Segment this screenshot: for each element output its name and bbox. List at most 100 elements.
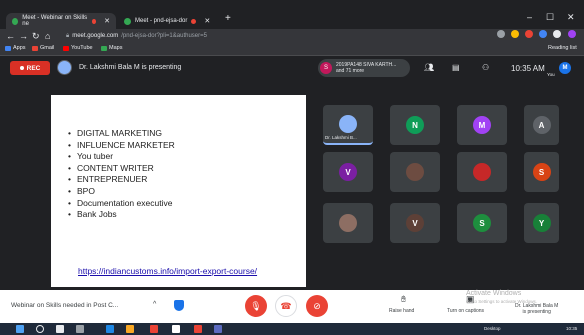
reload-icon[interactable]: ↻: [32, 30, 40, 42]
participant-tile[interactable]: [323, 203, 373, 243]
self-label: You: [547, 72, 555, 77]
slide-bullet: You tuber: [68, 151, 175, 163]
participant-tile[interactable]: A: [524, 105, 559, 145]
participant-tile[interactable]: Y: [524, 203, 559, 243]
self-avatar[interactable]: M: [559, 62, 571, 74]
bookmark-gmail[interactable]: Gmail: [32, 45, 54, 51]
participant-avatar: V: [406, 214, 424, 232]
camera-off-button[interactable]: ⊘: [306, 295, 328, 317]
participant-tile[interactable]: V: [323, 152, 373, 192]
lock-icon: 🔒︎: [66, 32, 70, 39]
meet-controls-bar: Webinar on Skills needed in Post C... ^ …: [0, 290, 584, 323]
participant-tile[interactable]: S: [457, 203, 507, 243]
bookmark-maps[interactable]: Maps: [101, 45, 122, 51]
store-icon[interactable]: [172, 325, 180, 333]
chrome-icon[interactable]: [150, 325, 158, 333]
participant-avatar: S: [532, 163, 551, 181]
meeting-stage: DIGITAL MARKETING INFLUENCE MARKETER You…: [0, 80, 584, 290]
participant-tile[interactable]: N: [390, 105, 440, 145]
app-icon[interactable]: [214, 325, 222, 333]
mic-off-icon: 🎙︎: [250, 300, 262, 311]
url-host: meet.google.com: [72, 33, 119, 39]
file-explorer-icon[interactable]: [126, 325, 134, 333]
captions-label[interactable]: Turn on captions: [447, 308, 484, 314]
windows-taskbar: Desktop 10:35: [0, 323, 584, 335]
bookmark-youtube[interactable]: YouTube: [63, 45, 93, 51]
slide-bullet: ENTREPRENUER: [68, 174, 175, 186]
close-tab-icon[interactable]: ✕: [204, 17, 210, 25]
activities-icon[interactable]: ⚇: [482, 63, 489, 72]
youtube-icon: [63, 45, 69, 51]
browser-toolbar: ← → ↻ ⌂ 🔒︎ meet.google.com /pnd-ejsa-dor…: [0, 29, 584, 43]
participant-tile[interactable]: V: [390, 203, 440, 243]
app-icon[interactable]: [194, 325, 202, 333]
chevron-up-icon[interactable]: ^: [153, 301, 156, 308]
windows-start-icon[interactable]: [16, 325, 24, 333]
maximize-icon[interactable]: ☐: [546, 12, 554, 23]
desktop-label[interactable]: Desktop: [484, 326, 501, 331]
task-view-icon[interactable]: [76, 325, 84, 333]
browser-tab-1[interactable]: Meet - Webinar on Skills ne ✕: [6, 13, 116, 29]
hang-up-icon: ☎: [280, 300, 292, 311]
close-window-icon[interactable]: ✕: [567, 12, 575, 23]
extension-icon[interactable]: [525, 30, 533, 38]
presenting-status: Dr. Lakshmi Bala M is presenting: [79, 64, 182, 71]
participant-name: Dr. Lakshmi B...: [325, 135, 357, 140]
participant-tile[interactable]: [390, 152, 440, 192]
cortana-icon[interactable]: [56, 325, 64, 333]
profile-avatar[interactable]: [568, 30, 576, 38]
tab-title: Meet - pnd-ejsa-dor: [135, 18, 188, 24]
leave-call-button[interactable]: ☎: [275, 295, 297, 317]
participant-chip[interactable]: S 2019PA148 SIVA KARTH... and 71 more: [318, 59, 410, 77]
home-icon[interactable]: ⌂: [45, 30, 50, 42]
reading-list[interactable]: Reading list: [548, 45, 577, 51]
slide-bullet: Bank Jobs: [68, 209, 175, 221]
participant-tile[interactable]: Dr. Lakshmi B...: [323, 105, 373, 145]
raise-hand-icon[interactable]: ✋︎: [401, 294, 406, 305]
maps-icon: [101, 45, 107, 51]
participant-photo: [339, 214, 357, 232]
search-icon[interactable]: [36, 325, 44, 333]
chat-icon[interactable]: ▤: [452, 63, 460, 72]
new-tab-button[interactable]: +: [225, 13, 231, 24]
meeting-title[interactable]: Webinar on Skills needed in Post C...: [11, 302, 118, 309]
meet-favicon-icon: [124, 17, 131, 25]
forward-icon[interactable]: →: [19, 30, 28, 42]
participant-avatar: M: [473, 116, 491, 134]
meet-header: REC Dr. Lakshmi Bala M is presenting S 2…: [0, 56, 584, 80]
participant-photo: [473, 163, 491, 181]
participant-avatar: N: [406, 116, 424, 134]
mic-off-button[interactable]: 🎙︎: [245, 295, 267, 317]
edge-icon[interactable]: [106, 325, 114, 333]
camera-extension-icon[interactable]: [497, 30, 505, 38]
browser-tab-bar: Meet - Webinar on Skills ne ✕ Meet - pnd…: [0, 0, 584, 29]
camera-off-icon: ⊘: [313, 300, 321, 311]
gmail-icon: [32, 45, 38, 51]
raise-hand-label[interactable]: Raise hand: [389, 308, 414, 314]
bookmark-apps[interactable]: Apps: [5, 45, 26, 51]
presenter-avatar: [57, 60, 72, 75]
extension-icon[interactable]: [539, 30, 547, 38]
participant-tile[interactable]: M: [457, 105, 507, 145]
participant-tile[interactable]: S: [524, 152, 559, 192]
tab-title: Meet - Webinar on Skills ne: [22, 15, 88, 27]
slide-link[interactable]: https://indiancustoms.info/import-export…: [78, 266, 278, 277]
slide-bullet: BPO: [68, 186, 175, 198]
close-tab-icon[interactable]: ✕: [104, 17, 110, 25]
address-bar[interactable]: 🔒︎ meet.google.com /pnd-ejsa-dor?pli=1&a…: [66, 30, 486, 42]
people-icon[interactable]: 👥︎: [424, 63, 434, 72]
chip-line-2: and 71 more: [336, 68, 365, 74]
minimize-icon[interactable]: –: [527, 12, 532, 22]
back-icon[interactable]: ←: [6, 30, 15, 42]
recording-indicator-icon: [91, 18, 97, 24]
participant-tile[interactable]: [457, 152, 507, 192]
browser-tab-2[interactable]: Meet - pnd-ejsa-dor ✕: [118, 13, 224, 29]
clock: 10:35 AM: [511, 64, 545, 73]
shield-icon[interactable]: [174, 300, 184, 311]
participant-avatar: V: [339, 163, 357, 181]
participant-avatar: S: [473, 214, 491, 232]
puzzle-icon[interactable]: [553, 30, 561, 38]
slide-bullet: INFLUENCE MARKETER: [68, 140, 175, 152]
record-dot-icon: [19, 66, 24, 70]
star-icon[interactable]: [511, 30, 519, 38]
